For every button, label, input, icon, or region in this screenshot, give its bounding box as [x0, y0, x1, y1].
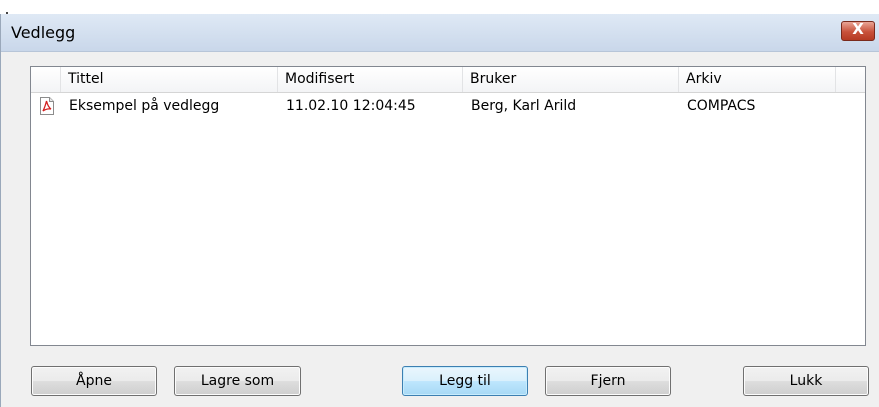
row-user: Berg, Karl Arild [471, 98, 577, 114]
column-header-icon[interactable] [31, 67, 61, 92]
close-window-button[interactable]: X [841, 20, 875, 41]
open-button[interactable]: Åpne [31, 366, 157, 396]
dialog-title: Vedlegg [11, 23, 76, 42]
pdf-file-icon [40, 97, 54, 115]
save-as-button[interactable]: Lagre som [174, 366, 301, 396]
column-header-row: Tittel Modifisert Bruker Arkiv [31, 67, 865, 93]
close-icon: X [852, 20, 864, 38]
table-row[interactable]: Eksempel på vedlegg 11.02.10 12:04:45 Be… [31, 96, 865, 116]
attachments-dialog: Vedlegg X Tittel Modifisert Bruker Arkiv… [0, 14, 879, 407]
column-header-user[interactable]: Bruker [463, 67, 679, 92]
row-title: Eksempel på vedlegg [69, 98, 220, 114]
title-bar: Vedlegg X [1, 14, 879, 52]
remove-button[interactable]: Fjern [545, 366, 671, 396]
column-header-filler [836, 67, 866, 92]
column-header-archive[interactable]: Arkiv [679, 67, 836, 92]
column-header-modified[interactable]: Modifisert [278, 67, 463, 92]
add-button[interactable]: Legg til [402, 366, 528, 396]
row-modified: 11.02.10 12:04:45 [286, 98, 416, 114]
close-button[interactable]: Lukk [743, 366, 869, 396]
row-archive: COMPACS [687, 98, 756, 114]
attachments-list[interactable]: Tittel Modifisert Bruker Arkiv Eksempel … [30, 66, 866, 346]
column-header-title[interactable]: Tittel [61, 67, 278, 92]
